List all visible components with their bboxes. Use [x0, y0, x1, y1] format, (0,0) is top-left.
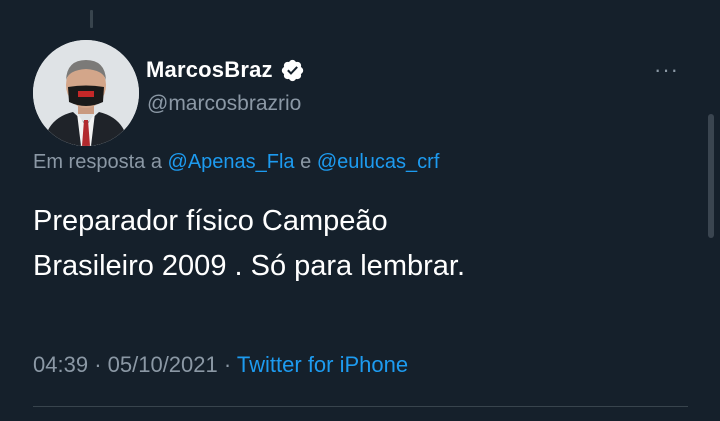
- divider: [33, 406, 688, 407]
- avatar-photo: [33, 40, 139, 146]
- meta-separator-1: ·: [94, 352, 102, 377]
- reply-mention-eulucas-crf[interactable]: @eulucas_crf: [317, 151, 440, 173]
- tweet-text-line-1: Preparador físico Campeão: [33, 205, 388, 237]
- tweet-text: Preparador físico Campeão Brasileiro 200…: [33, 199, 693, 289]
- more-horizontal-icon[interactable]: ···: [654, 57, 684, 82]
- tweet-source-link[interactable]: Twitter for iPhone: [237, 352, 408, 377]
- meta-separator-2: ·: [223, 352, 232, 377]
- reply-prefix: Em resposta a: [33, 151, 162, 173]
- reply-context: Em resposta a @Apenas_Fla e @eulucas_crf: [33, 151, 439, 174]
- user-handle[interactable]: @marcosbrazrio: [147, 92, 301, 116]
- avatar[interactable]: [33, 40, 139, 146]
- display-name[interactable]: MarcosBraz: [146, 57, 273, 83]
- verified-badge-icon: [280, 58, 305, 83]
- reply-mention-apenas-fla[interactable]: @Apenas_Fla: [168, 151, 295, 173]
- tweet-metadata: 04:39 · 05/10/2021 · Twitter for iPhone: [33, 352, 408, 378]
- tweet-date[interactable]: 05/10/2021: [108, 352, 218, 377]
- name-row: MarcosBraz: [146, 55, 305, 85]
- reply-joiner: e: [300, 151, 312, 173]
- scrollbar-thumb[interactable]: [708, 114, 714, 238]
- tweet-time[interactable]: 04:39: [33, 352, 88, 377]
- thread-connector-line: [90, 10, 93, 28]
- tweet-text-line-2: Brasileiro 2009 . Só para lembrar.: [33, 250, 465, 282]
